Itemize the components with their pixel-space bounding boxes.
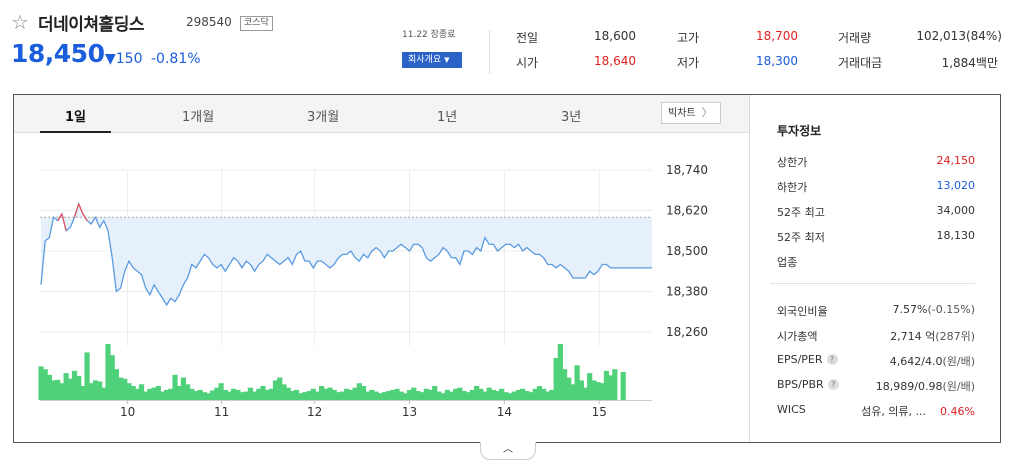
industry-label: 업종 — [777, 256, 798, 269]
star-outline-icon[interactable]: ☆ — [11, 11, 33, 33]
tab-1m[interactable]: 1개월 — [182, 106, 214, 125]
wics-label: WICS — [777, 403, 806, 416]
x-tick-label: 15 — [592, 405, 607, 419]
open-label: 시가 — [516, 56, 539, 70]
active-tab-indicator — [40, 131, 111, 133]
market-cap-rank: (287위) — [935, 330, 975, 343]
week52-high-label: 52주 최고 — [777, 206, 825, 219]
volume-bar — [620, 372, 626, 400]
low-label: 저가 — [677, 56, 700, 70]
stock-name: 더네이쳐홀딩스 — [38, 15, 144, 35]
period-tabs — [14, 95, 749, 133]
market-cap-label: 시가총액 — [777, 330, 818, 343]
foreign-ratio-label: 외국인비율 — [777, 305, 828, 318]
info-divider — [770, 283, 975, 284]
foreign-ratio-change: (-0.15%) — [927, 303, 976, 316]
eps-per-text: EPS/PER — [777, 353, 823, 366]
volume-value: 102,013(84%) — [916, 29, 1002, 43]
high-label: 고가 — [677, 31, 700, 45]
eps-per-value: 4,642/4.0(원/배) — [890, 353, 975, 369]
help-icon[interactable]: ? — [826, 354, 838, 365]
wics-sector[interactable]: 섬유, 의류, ... — [861, 405, 926, 418]
help-icon[interactable]: ? — [827, 379, 839, 390]
volume-label: 거래량 — [838, 31, 872, 45]
x-tick-label: 11 — [214, 405, 229, 419]
x-tick-label: 10 — [120, 405, 135, 419]
bps-pbr-text: BPS/PBR — [777, 378, 824, 391]
bigchart-label: 빅차트 — [668, 108, 696, 119]
bps-pbr-value: 18,989/0.98(원/배) — [876, 378, 975, 394]
chevron-up-icon: ︿ — [503, 444, 513, 455]
y-tick-label: 18,500 — [666, 244, 708, 258]
eps-per-label: EPS/PER? — [777, 353, 838, 366]
bigchart-button[interactable]: 빅차트 〉 — [661, 102, 721, 124]
volume-bar — [612, 369, 618, 400]
price-change: ▼150 — [105, 51, 143, 67]
bps-pbr-number: 18,989/0.98 — [875, 380, 943, 393]
foreign-ratio-number: 7.57% — [892, 303, 928, 316]
market-cap-number: 2,714 억 — [890, 330, 936, 343]
collapse-button[interactable]: ︿ — [480, 442, 536, 460]
price-area-tail — [619, 217, 652, 268]
tab-3m[interactable]: 3개월 — [307, 106, 339, 125]
market-badge: 코스닥 — [240, 16, 273, 31]
prev-close-label: 전일 — [516, 31, 539, 45]
lower-limit-label: 하한가 — [777, 181, 808, 194]
low-value: 18,300 — [756, 54, 798, 68]
company-overview-button[interactable]: 회사개요 ▼ — [402, 52, 462, 68]
tab-3y[interactable]: 3년 — [561, 106, 581, 125]
x-tick-label: 14 — [497, 405, 512, 419]
lower-limit-value: 13,020 — [936, 179, 976, 192]
price-chart[interactable]: 18,740 18,620 18,500 18,380 18,260 10 11 12 13 14… — [14, 134, 749, 440]
x-tick-label: 13 — [402, 405, 417, 419]
bps-pbr-label: BPS/PBR? — [777, 378, 839, 391]
caret-down-icon: ▼ — [444, 56, 450, 64]
wics-change: 0.46% — [940, 405, 975, 418]
x-tick-label: 12 — [307, 405, 322, 419]
tab-1d[interactable]: 1일 — [65, 106, 86, 125]
chevron-right-icon: 〉 — [701, 106, 713, 119]
week52-high-value: 34,000 — [936, 204, 976, 217]
bps-pbr-unit: (원/배) — [942, 380, 975, 393]
foreign-ratio-value: 7.57%(-0.15%) — [893, 303, 975, 316]
amount-value: 1,884백만 — [941, 56, 998, 70]
wics-value: 섬유, 의류, ... 0.46% — [861, 403, 975, 419]
amount-label: 거래대금 — [838, 56, 883, 70]
eps-per-unit: (원/배) — [942, 355, 975, 368]
tab-1y[interactable]: 1년 — [437, 106, 457, 125]
market-close-note: 11.22 장종료 — [402, 30, 456, 40]
market-cap-value: 2,714 억(287위) — [890, 328, 975, 344]
price-change-percent: -0.81% — [151, 51, 201, 67]
current-price: 18,450 — [11, 39, 105, 68]
y-tick-label: 18,380 — [666, 285, 708, 299]
high-value: 18,700 — [756, 29, 798, 43]
panel-divider — [749, 95, 750, 442]
company-overview-label: 회사개요 — [408, 55, 442, 65]
y-tick-label: 18,260 — [666, 325, 708, 339]
y-tick-label: 18,740 — [666, 163, 708, 177]
week52-low-value: 18,130 — [936, 229, 976, 242]
info-title: 투자정보 — [777, 124, 822, 138]
upper-limit-label: 상한가 — [777, 156, 808, 169]
eps-per-number: 4,642/4.0 — [889, 355, 943, 368]
y-tick-label: 18,620 — [666, 204, 708, 218]
divider — [489, 30, 490, 74]
open-value: 18,640 — [594, 54, 636, 68]
prev-close-value: 18,600 — [594, 29, 636, 43]
week52-low-label: 52주 최저 — [777, 231, 825, 244]
upper-limit-value: 24,150 — [936, 154, 976, 167]
stock-code: 298540 — [186, 15, 232, 29]
